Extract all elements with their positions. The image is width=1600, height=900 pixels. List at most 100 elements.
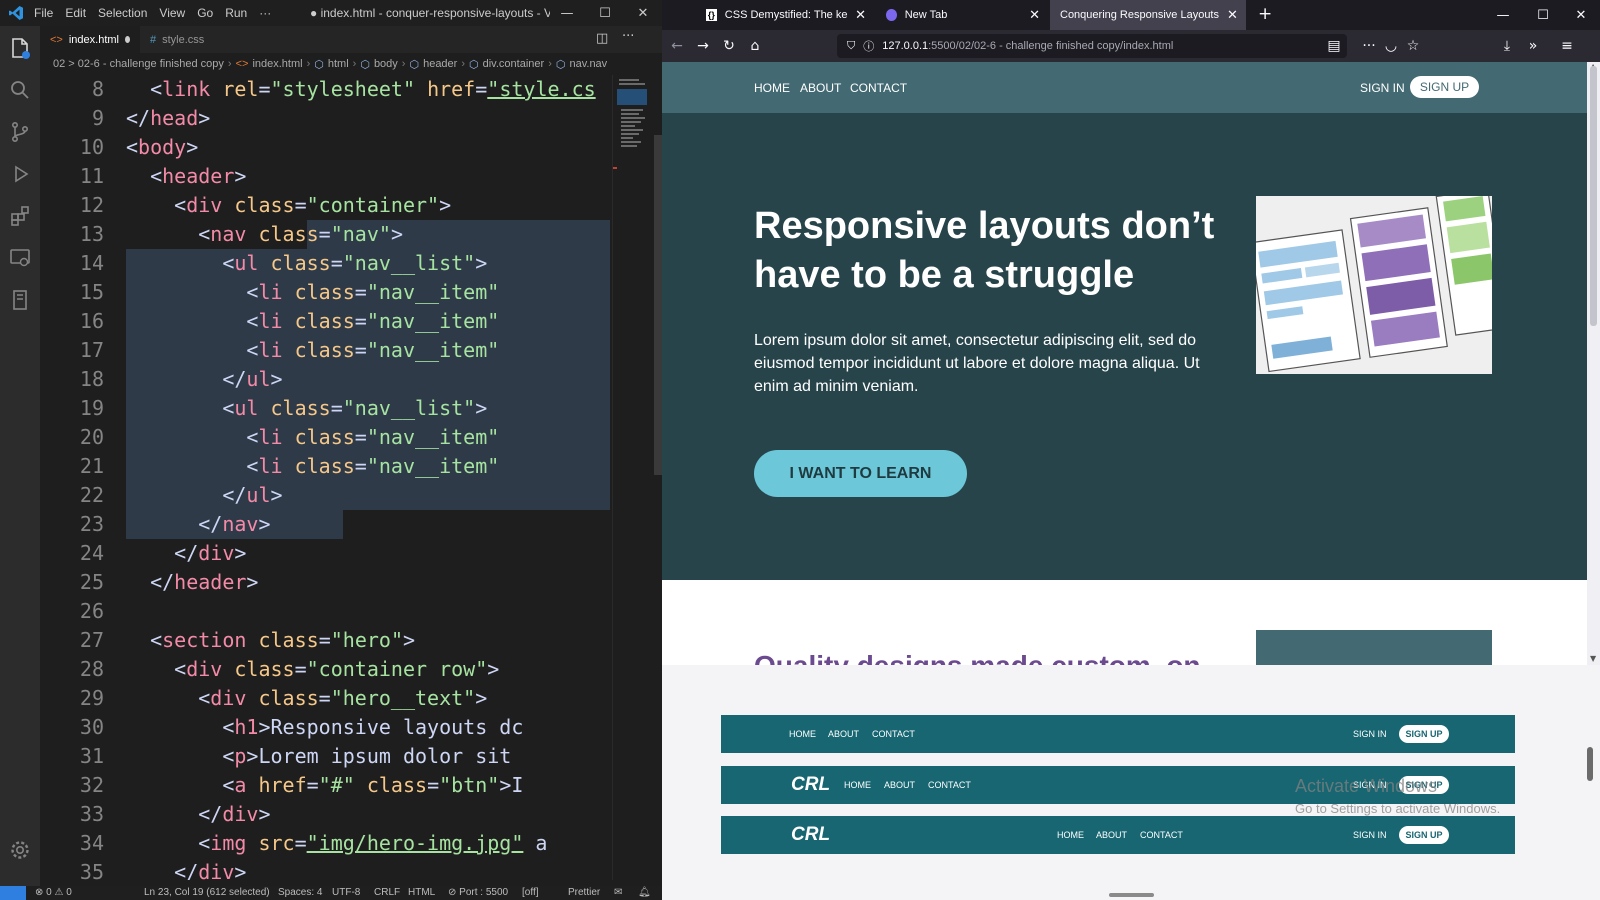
maximize-icon[interactable]: ☐ (586, 0, 624, 26)
search-icon[interactable] (8, 78, 32, 102)
download-icon[interactable]: ⤓ (1498, 37, 1516, 55)
tab-css-demystified[interactable]: {} CSS Demystified: The keys to m ✕ (696, 0, 876, 30)
notifications-bell-icon[interactable]: 🔔︎ (638, 887, 651, 898)
breadcrumb-div-container[interactable]: div.container (483, 58, 545, 70)
breadcrumb-nav[interactable]: nav.nav (569, 58, 607, 70)
menu-hamburger-icon[interactable]: ≡ (1558, 37, 1576, 55)
code-line[interactable]: 30 <h1>Responsive layouts dc (40, 713, 610, 742)
run-debug-icon[interactable] (8, 162, 32, 186)
nav-home-link[interactable]: HOME (754, 81, 790, 95)
url-bar[interactable]: ⛉ ⓘ 127.0.0.1:5500/02/02-6 - challenge f… (837, 34, 1347, 58)
code-line[interactable]: 35 </div> (40, 858, 610, 880)
demo-logo[interactable]: CRL (791, 824, 830, 846)
split-editor-icon[interactable]: ◫ (596, 31, 608, 46)
pocket-icon[interactable]: ◡ (1382, 37, 1400, 55)
demo-home-link[interactable]: HOME (789, 729, 816, 739)
code-line[interactable]: 26 (40, 597, 610, 626)
shield-icon[interactable]: ⛉ (847, 40, 855, 53)
nav-sign-in-link[interactable]: SIGN IN (1360, 81, 1405, 95)
demo-sign-in-link[interactable]: SIGN IN (1353, 830, 1387, 840)
source-control-icon[interactable] (8, 120, 32, 144)
code-line[interactable]: 31 <p>Lorem ipsum dolor sit (40, 742, 610, 771)
demo-logo[interactable]: CRL (791, 774, 830, 796)
reload-icon[interactable]: ↻ (720, 37, 738, 55)
code-line[interactable]: 27 <section class="hero"> (40, 626, 610, 655)
code-line[interactable]: 18 </ul> (40, 365, 610, 394)
breadcrumb-body[interactable]: body (374, 58, 398, 70)
code-line[interactable]: 21 <li class="nav__item" (40, 452, 610, 481)
remote-indicator-icon[interactable] (0, 886, 26, 900)
code-line[interactable]: 15 <li class="nav__item" (40, 278, 610, 307)
code-line[interactable]: 12 <div class="container"> (40, 191, 610, 220)
menu-run[interactable]: Run (225, 6, 247, 20)
demo-sign-in-link[interactable]: SIGN IN (1353, 729, 1387, 739)
scrollbar-thumb[interactable] (654, 135, 662, 475)
code-line[interactable]: 20 <li class="nav__item" (40, 423, 610, 452)
demo-contact-link[interactable]: CONTACT (872, 729, 915, 739)
settings-gear-icon[interactable] (8, 838, 32, 862)
code-line[interactable]: 32 <a href="#" class="btn">I (40, 771, 610, 800)
demo-about-link[interactable]: ABOUT (1096, 830, 1127, 840)
minimize-icon[interactable]: — (548, 0, 586, 26)
menu-file[interactable]: File (34, 6, 53, 20)
breadcrumb-file[interactable]: index.html (252, 58, 302, 70)
code-line[interactable]: 25 </header> (40, 568, 610, 597)
reader-view-icon[interactable]: ▤ (1325, 37, 1343, 55)
code-line[interactable]: 23 </nav> (40, 510, 610, 539)
demo-contact-link[interactable]: CONTACT (1140, 830, 1183, 840)
tab-conquering-responsive-layouts[interactable]: Conquering Responsive Layouts ✕ (1050, 0, 1246, 30)
page-info-icon[interactable]: ⓘ (863, 38, 874, 54)
breadcrumb-folder[interactable]: 02 > 02-6 - challenge finished copy (53, 58, 224, 70)
live-share-status[interactable]: [off] (522, 887, 539, 898)
menu-more[interactable]: ··· (259, 6, 271, 20)
demo-about-link[interactable]: ABOUT (884, 780, 915, 790)
feedback-icon[interactable]: ✉ (614, 887, 622, 898)
unsaved-dot-icon[interactable] (125, 36, 130, 43)
maximize-icon[interactable]: ☐ (1524, 2, 1562, 28)
scroll-down-arrow-icon[interactable]: ▼ (1590, 654, 1596, 663)
page-actions-icon[interactable]: ··· (1360, 37, 1378, 55)
home-icon[interactable]: ⌂ (746, 37, 764, 55)
close-icon[interactable]: ✕ (1562, 2, 1600, 28)
more-actions-icon[interactable]: ··· (622, 29, 634, 44)
minimize-icon[interactable]: — (1484, 2, 1522, 28)
code-line[interactable]: 8 <link rel="stylesheet" href="style.cs (40, 75, 610, 104)
nav-about-link[interactable]: ABOUT (800, 81, 841, 95)
demo-sign-up-button[interactable]: SIGN UP (1399, 826, 1449, 844)
tab-new-tab[interactable]: New Tab ✕ (876, 0, 1050, 30)
page-scrollbar-thumb[interactable] (1590, 66, 1597, 326)
nav-contact-link[interactable]: CONTACT (850, 81, 907, 95)
code-line[interactable]: 17 <li class="nav__item" (40, 336, 610, 365)
breadcrumb-html[interactable]: html (328, 58, 349, 70)
editor-scrollbar[interactable] (652, 75, 662, 880)
code-line[interactable]: 33 </div> (40, 800, 610, 829)
code-line[interactable]: 16 <li class="nav__item" (40, 307, 610, 336)
cursor-position[interactable]: Ln 23, Col 19 (612 selected) (144, 887, 270, 898)
panel-scrollbar-thumb[interactable] (1587, 747, 1593, 781)
code-line[interactable]: 29 <div class="hero__text"> (40, 684, 610, 713)
menu-selection[interactable]: Selection (98, 6, 147, 20)
back-arrow-icon[interactable]: ← (668, 37, 686, 55)
close-tab-icon[interactable]: ✕ (1227, 7, 1238, 23)
close-icon[interactable]: ✕ (624, 0, 662, 26)
prettier-status[interactable]: Prettier (568, 887, 600, 898)
code-line[interactable]: 34 <img src="img/hero-img.jpg" a (40, 829, 610, 858)
code-line[interactable]: 13 <nav class="nav"> (40, 220, 610, 249)
demo-about-link[interactable]: ABOUT (828, 729, 859, 739)
demo-sign-up-button[interactable]: SIGN UP (1399, 725, 1449, 743)
forward-arrow-icon[interactable]: → (694, 37, 712, 55)
line-ending[interactable]: CRLF (374, 887, 400, 898)
overflow-chevron-icon[interactable]: » (1524, 37, 1542, 55)
encoding[interactable]: UTF-8 (332, 887, 360, 898)
menu-edit[interactable]: Edit (65, 6, 86, 20)
bookmark-star-icon[interactable]: ☆ (1404, 37, 1422, 55)
code-line[interactable]: 22 </ul> (40, 481, 610, 510)
code-line[interactable]: 10 <body> (40, 133, 610, 162)
menu-view[interactable]: View (159, 6, 185, 20)
tab-style-css[interactable]: # style.css (140, 26, 236, 53)
code-editor[interactable]: 8 <link rel="stylesheet" href="style.cs 9 <… (40, 75, 610, 880)
explorer-icon[interactable] (8, 36, 32, 60)
close-tab-icon[interactable]: ✕ (855, 7, 866, 23)
code-line[interactable]: 11 <header> (40, 162, 610, 191)
nav-sign-up-button[interactable]: SIGN UP (1410, 76, 1479, 98)
